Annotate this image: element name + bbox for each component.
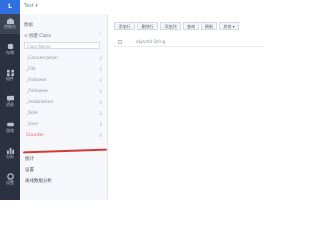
rail-label: 游戏 [6, 128, 14, 133]
chart-icon [6, 147, 14, 154]
rail-label: 存储 [6, 50, 14, 55]
rail-item-storage[interactable]: 存储 [0, 40, 20, 60]
class-item-counter[interactable]: Counter 0 [26, 132, 102, 139]
class-count: 0 [99, 67, 102, 72]
class-count: 0 [99, 133, 102, 138]
class-item[interactable]: _Followee 0 [26, 88, 102, 95]
select-all-checkbox[interactable] [118, 40, 122, 44]
class-item[interactable]: _Installation 0 [26, 99, 102, 106]
components-icon [6, 69, 14, 76]
class-item[interactable]: _Follower 0 [26, 77, 102, 84]
class-search-input[interactable]: Class Name [24, 42, 100, 49]
top-bar: L Test ▾ [0, 0, 264, 15]
query-button[interactable]: 查询 [183, 22, 199, 30]
data-sidebar: 数据 ⊕创建 Class ⌃ Class Name _Conversation 0… [20, 14, 108, 200]
rail-item-components[interactable]: 组件 [0, 66, 20, 86]
class-count: 0 [99, 122, 102, 127]
plus-icon: ⊕ [24, 34, 28, 39]
rail-item-message[interactable]: 消息 [0, 92, 20, 112]
class-count: 0 [99, 56, 102, 61]
add-column-button[interactable]: 添加列 [160, 22, 181, 30]
rail-item-game[interactable]: 游戏 [0, 118, 20, 138]
section-title: 数据 [24, 23, 33, 28]
annotation-underline [22, 148, 108, 154]
rail-label: 消息 [6, 102, 14, 107]
class-item[interactable]: _Conversation 0 [26, 55, 102, 62]
sidebar-link-stats[interactable]: 统计 [25, 156, 34, 162]
class-item[interactable]: _User 0 [26, 121, 102, 128]
class-name: _Followee [26, 89, 48, 94]
class-name: _Installation [26, 100, 54, 105]
rail-label: 分析 [6, 154, 14, 159]
class-name: _File [26, 67, 36, 72]
class-name: _Conversation [26, 56, 59, 61]
grid-header-row: objectId String [114, 38, 264, 47]
rail-item-settings[interactable]: 设置 [0, 170, 20, 190]
delete-row-button[interactable]: 删除行 [137, 22, 158, 30]
refresh-button[interactable]: 刷新 [201, 22, 217, 30]
class-count: 0 [99, 78, 102, 83]
rail-label: 组件 [6, 76, 14, 81]
class-name: _User [26, 122, 39, 127]
chevron-up-icon[interactable]: ⌃ [98, 33, 102, 38]
rail-item-analytics[interactable]: 分析 [0, 144, 20, 164]
class-item[interactable]: _Role 0 [26, 110, 102, 117]
gear-icon [6, 173, 14, 180]
sidebar-link-settings[interactable]: 设置 [25, 167, 34, 173]
class-item[interactable]: _File 0 [26, 66, 102, 73]
message-icon [6, 95, 14, 102]
app-logo: L [0, 0, 20, 14]
rail-label: 设置 [6, 180, 14, 185]
class-count: 0 [99, 100, 102, 105]
main-panel: 添加行 删除行 添加列 查询 刷新 其他 ▾ objectId String [108, 14, 264, 200]
rail-item-console[interactable]: 控制台 [0, 14, 20, 34]
class-count: 0 [99, 111, 102, 116]
class-name: _Role [26, 111, 38, 116]
rail-label: 控制台 [4, 24, 16, 29]
gamepad-icon [6, 122, 14, 127]
app-selector[interactable]: Test ▾ [24, 3, 38, 9]
home-icon [6, 17, 14, 24]
database-icon [7, 43, 13, 50]
column-header-objectid[interactable]: objectId String [136, 39, 165, 44]
create-class-button[interactable]: ⊕创建 Class ⌃ [24, 33, 102, 40]
nav-rail: 控制台 存储 组件 消息 游戏 分析 设置 [0, 14, 20, 200]
add-row-button[interactable]: 添加行 [114, 22, 135, 30]
more-dropdown[interactable]: 其他 ▾ [219, 22, 239, 30]
class-name: Counter [26, 133, 44, 138]
class-count: 0 [99, 89, 102, 94]
create-class-label: 创建 Class [28, 34, 52, 39]
sidebar-link-offline-analysis[interactable]: 离线数据分析 [25, 178, 52, 184]
class-name: _Follower [26, 78, 47, 83]
